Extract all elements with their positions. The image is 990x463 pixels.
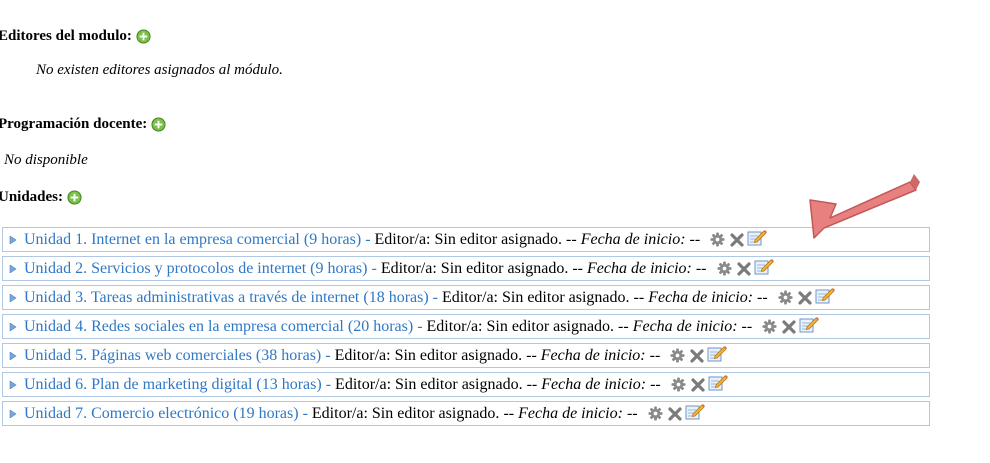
unit-link[interactable]: Unidad 7. Comercio electrónico (19 horas…: [24, 405, 299, 423]
units-heading: Unidades:: [0, 189, 82, 206]
units-title: Unidades:: [0, 189, 64, 205]
unit-editor-text: Editor/a: Sin editor asignado.: [442, 288, 630, 306]
unit-fecha-value: --: [757, 288, 768, 306]
unit-link[interactable]: Unidad 6. Plan de marketing digital (13 …: [24, 376, 322, 394]
unit-separator: -: [432, 288, 438, 306]
edit-icon[interactable]: [799, 315, 820, 333]
programming-value: No disponible: [4, 152, 88, 168]
unit-row-5: Unidad 5. Páginas web comerciales (38 ho…: [2, 343, 930, 368]
edit-icon[interactable]: [815, 286, 835, 304]
unit-dash: --: [566, 230, 577, 248]
delete-icon[interactable]: [691, 377, 705, 392]
edit-icon[interactable]: [707, 344, 728, 362]
delete-icon[interactable]: [690, 348, 704, 363]
unit-fecha-label: Fecha de inicio:: [632, 317, 738, 335]
unit-row-2: Unidad 2. Servicios y protocolos de inte…: [2, 256, 930, 281]
unit-editor-text: Editor/a: Sin editor asignado.: [334, 346, 523, 364]
unit-row-4: Unidad 4. Redes sociales en la empresa c…: [2, 314, 930, 339]
unit-fecha-label: Fecha de inicio:: [587, 259, 692, 277]
gear-icon[interactable]: [670, 348, 685, 363]
edit-icon[interactable]: [685, 402, 705, 420]
unit-editor-text: Editor/a: Sin editor asignado.: [374, 230, 563, 248]
gear-icon[interactable]: [762, 319, 777, 334]
unit-fecha-value: --: [695, 259, 707, 277]
unit-link[interactable]: Unidad 4. Redes sociales en la empresa c…: [24, 318, 413, 336]
unit-dash: --: [572, 259, 583, 277]
unit-fecha-label: Fecha de inicio:: [648, 288, 754, 306]
unit-fecha-label: Fecha de inicio:: [541, 375, 647, 393]
unit-row-6: Unidad 6. Plan de marketing digital (13 …: [2, 372, 930, 397]
edit-icon[interactable]: [708, 373, 728, 391]
bullet-icon: [9, 235, 17, 244]
unit-separator: -: [417, 317, 423, 335]
gear-icon[interactable]: [710, 232, 725, 247]
unit-editor-text: Editor/a: Sin editor asignado.: [335, 375, 523, 393]
unit-row-3: Unidad 3. Tareas administrativas a travé…: [2, 285, 930, 310]
unit-fecha-label: Fecha de inicio:: [518, 404, 623, 422]
edit-icon[interactable]: [747, 228, 768, 246]
delete-icon[interactable]: [667, 406, 682, 421]
delete-icon[interactable]: [782, 319, 796, 334]
bullet-icon: [9, 264, 17, 273]
gear-icon[interactable]: [716, 261, 732, 276]
bullet-icon: [9, 409, 17, 418]
unit-row-7: Unidad 7. Comercio electrónico (19 horas…: [2, 401, 930, 426]
unit-dash: --: [633, 288, 645, 306]
unit-fecha-value: --: [626, 404, 638, 422]
bullet-icon: [9, 351, 17, 360]
unit-dash: --: [526, 346, 537, 364]
unit-dash: --: [503, 404, 515, 422]
unit-link[interactable]: Unidad 3. Tareas administrativas a travé…: [24, 289, 429, 307]
unit-separator: -: [371, 259, 377, 277]
gear-icon[interactable]: [778, 290, 793, 305]
gear-icon[interactable]: [648, 406, 663, 421]
unit-separator: -: [302, 404, 308, 422]
unit-separator: -: [325, 346, 331, 364]
bullet-icon: [9, 380, 17, 389]
editors-heading: Editores del modulo:: [0, 28, 151, 45]
unit-link[interactable]: Unidad 5. Páginas web comerciales (38 ho…: [24, 347, 321, 365]
add-editor-icon[interactable]: [136, 29, 151, 44]
add-programming-icon[interactable]: [151, 117, 166, 132]
unit-dash: --: [526, 375, 538, 393]
unit-fecha-label: Fecha de inicio:: [540, 346, 646, 364]
add-unit-icon[interactable]: [67, 190, 82, 205]
editors-empty-note: No existen editores asignados al módulo.: [36, 62, 283, 78]
edit-icon[interactable]: [754, 257, 774, 275]
delete-icon[interactable]: [736, 261, 751, 276]
unit-editor-text: Editor/a: Sin editor asignado.: [311, 404, 500, 422]
delete-icon[interactable]: [798, 290, 812, 305]
unit-row-1: Unidad 1. Internet en la empresa comerci…: [2, 227, 930, 252]
unit-link[interactable]: Unidad 1. Internet en la empresa comerci…: [24, 231, 361, 249]
unit-separator: -: [365, 230, 371, 248]
unit-fecha-value: --: [689, 230, 701, 248]
unit-fecha-value: --: [649, 346, 661, 364]
delete-icon[interactable]: [730, 232, 744, 247]
unit-dash: --: [618, 317, 629, 335]
unit-link[interactable]: Unidad 2. Servicios y protocolos de inte…: [24, 260, 367, 278]
unit-editor-text: Editor/a: Sin editor asignado.: [426, 317, 615, 335]
unit-fecha-value: --: [650, 375, 661, 393]
programming-title: Programación docente:: [0, 116, 148, 132]
unit-editor-text: Editor/a: Sin editor asignado.: [380, 259, 569, 277]
bullet-icon: [9, 293, 17, 302]
editors-title: Editores del modulo:: [0, 28, 132, 44]
unit-fecha-label: Fecha de inicio:: [580, 230, 686, 248]
unit-separator: -: [325, 375, 332, 393]
gear-icon[interactable]: [671, 377, 686, 392]
programming-heading: Programación docente:: [0, 116, 166, 133]
bullet-icon: [9, 322, 17, 331]
unit-fecha-value: --: [741, 317, 753, 335]
